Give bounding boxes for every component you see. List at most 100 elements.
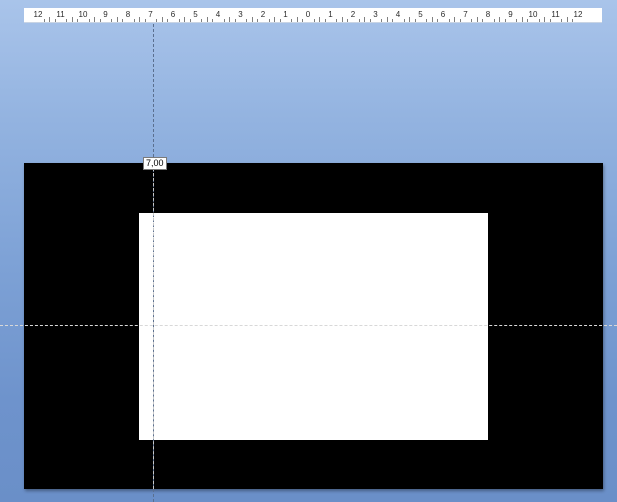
ruler-tick — [538, 19, 540, 22]
ruler-tick — [139, 17, 141, 22]
ruler-label: 2 — [350, 10, 356, 19]
ruler-label: 12 — [573, 10, 583, 19]
ruler-tick — [561, 19, 563, 22]
ruler-tick — [493, 19, 495, 22]
ruler-tick — [482, 19, 484, 22]
ruler-tick — [49, 17, 51, 22]
ruler-label: 9 — [103, 10, 108, 19]
ruler-tick — [201, 19, 203, 22]
ruler-tick — [414, 19, 416, 22]
ruler-tick — [71, 17, 73, 22]
ruler-tick — [94, 17, 96, 22]
ruler-tick — [341, 17, 343, 22]
ruler-tick — [347, 19, 349, 22]
white-rectangle-shape[interactable] — [139, 213, 488, 440]
ruler-tick — [279, 19, 281, 22]
ruler-tick — [313, 19, 315, 22]
ruler-tick — [476, 17, 478, 22]
ruler-tick — [43, 19, 45, 22]
ruler-tick — [319, 17, 321, 22]
ruler-tick — [268, 19, 270, 22]
ruler-tick — [504, 19, 506, 22]
ruler-label: 10 — [78, 10, 88, 19]
ruler-tick — [499, 17, 501, 22]
ruler-tick — [122, 19, 124, 22]
ruler-tick — [437, 19, 439, 22]
ruler-tick — [212, 19, 214, 22]
ruler-tick — [369, 19, 371, 22]
ruler-tick — [403, 19, 405, 22]
ruler-label: 6 — [170, 10, 176, 19]
ruler-tick — [189, 19, 191, 22]
ruler-tick — [144, 19, 146, 22]
ruler-tick — [358, 19, 360, 22]
ruler-label: 5 — [193, 10, 198, 19]
ruler-tick — [257, 19, 259, 22]
ruler-tick — [364, 17, 366, 22]
ruler-tick — [544, 17, 546, 22]
ruler-tick — [302, 19, 304, 22]
ruler-tick — [336, 19, 338, 22]
ruler-tick — [77, 19, 79, 22]
ruler-tick — [386, 17, 388, 22]
vertical-guide-segment — [153, 163, 154, 489]
ruler-tick — [161, 17, 163, 22]
horizontal-drawing-guide[interactable] — [0, 325, 617, 326]
ruler-tick — [291, 19, 293, 22]
ruler-tick — [99, 19, 101, 22]
ruler-tick — [392, 19, 394, 22]
ruler-label: 5 — [418, 10, 423, 19]
ruler-label: 0 — [305, 10, 311, 19]
ruler-tick — [426, 19, 428, 22]
ruler-tick — [246, 19, 248, 22]
ruler-label: 8 — [125, 10, 131, 19]
ruler-tick — [381, 19, 383, 22]
ruler-tick — [184, 17, 186, 22]
ruler-label: 11 — [56, 10, 65, 19]
ruler-label: 12 — [33, 10, 43, 19]
ruler-tick — [178, 19, 180, 22]
ruler-tick — [167, 19, 169, 22]
ruler-tick — [54, 19, 56, 22]
ruler-tick — [296, 17, 298, 22]
ruler-tick — [448, 19, 450, 22]
ruler-tick — [431, 17, 433, 22]
ruler-tick — [566, 17, 568, 22]
ruler-tick — [527, 19, 529, 22]
ruler-label: 4 — [215, 10, 221, 19]
ruler-tick — [324, 19, 326, 22]
guide-position-tooltip: 7,00 — [143, 157, 167, 170]
ruler-label: 1 — [328, 10, 333, 19]
ruler-tick — [471, 19, 473, 22]
slide-canvas[interactable] — [24, 163, 603, 489]
ruler-tick — [156, 19, 158, 22]
ruler-label: 4 — [395, 10, 401, 19]
ruler-tick — [274, 17, 276, 22]
ruler-label: 3 — [238, 10, 243, 19]
ruler-label: 6 — [440, 10, 446, 19]
ruler-tick — [516, 19, 518, 22]
ruler-tick — [459, 19, 461, 22]
ruler-tick — [549, 19, 551, 22]
ruler-tick — [229, 17, 231, 22]
ruler-label: 11 — [551, 10, 560, 19]
horizontal-ruler[interactable]: 12 11 10 9 8 7 6 5 4 3 2 1 0 1 2 3 4 5 6 7 8 9 10 11 12 — [24, 8, 602, 23]
ruler-label: 3 — [373, 10, 378, 19]
ruler-tick — [234, 19, 236, 22]
ruler-label: 7 — [148, 10, 153, 19]
ruler-label: 7 — [463, 10, 468, 19]
ruler-tick — [251, 17, 253, 22]
ruler-label: 1 — [283, 10, 288, 19]
ruler-tick — [116, 17, 118, 22]
ruler-tick — [572, 19, 574, 22]
ruler-tick — [206, 17, 208, 22]
ruler-tick — [66, 19, 68, 22]
ruler-label: 9 — [508, 10, 513, 19]
ruler-tick — [88, 19, 90, 22]
ruler-label: 10 — [528, 10, 538, 19]
ruler-tick — [133, 19, 135, 22]
ruler-label: 8 — [485, 10, 491, 19]
ruler-tick — [223, 19, 225, 22]
ruler-tick — [409, 17, 411, 22]
ruler-label: 2 — [260, 10, 266, 19]
